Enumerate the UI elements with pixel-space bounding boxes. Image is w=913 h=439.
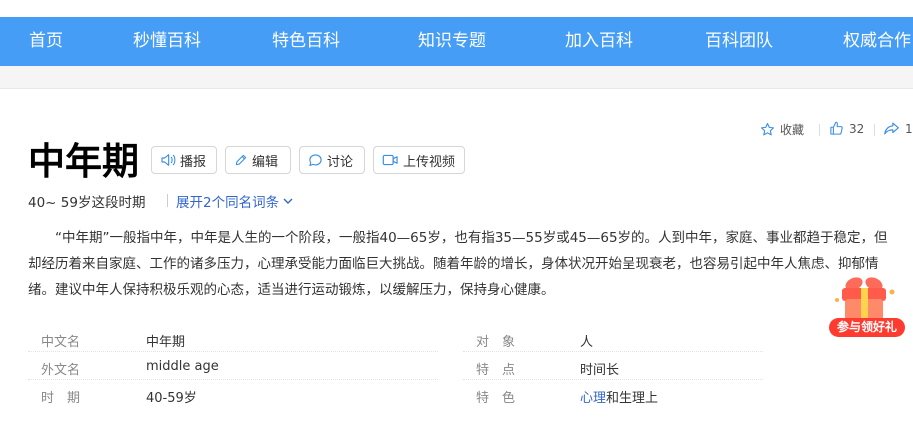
infobox-key: 中文名	[41, 335, 81, 350]
row-divider	[28, 379, 438, 380]
nav-topics[interactable]: 知识专题	[418, 17, 486, 66]
nav-team[interactable]: 百科团队	[705, 17, 773, 66]
infobox-value: 人	[580, 335, 594, 350]
subtitle-separator	[167, 194, 168, 207]
action-separator	[819, 124, 820, 136]
nav-featured[interactable]: 特色百科	[272, 17, 340, 66]
infobox-value: 中年期	[146, 335, 186, 350]
collect-button[interactable]: 收藏	[760, 121, 804, 138]
nav-home[interactable]: 首页	[29, 17, 63, 66]
page-title: 中年期	[28, 140, 139, 183]
infobox-value: 心理和生理上	[580, 387, 658, 406]
top-navbar: 首页 秒懂百科 特色百科 知识专题 加入百科 百科团队 权威合作	[0, 17, 913, 66]
like-button[interactable]: 32	[829, 121, 864, 136]
discuss-button[interactable]: 讨论	[299, 146, 365, 174]
pencil-icon	[235, 154, 247, 166]
discuss-label: 讨论	[327, 154, 354, 170]
infobox-key: 对 象	[476, 335, 516, 350]
nav-partner[interactable]: 权威合作	[843, 17, 911, 66]
collect-label: 收藏	[780, 123, 805, 137]
infobox-key: 特 点	[476, 363, 516, 378]
star-icon	[761, 123, 774, 136]
thumbs-up-icon	[830, 121, 843, 135]
entry-subtitle: 40~ 59岁这段时期	[28, 195, 146, 211]
infobox-row: 时 期 40-59岁 特 色 心理和生理上	[28, 381, 898, 408]
row-divider	[28, 351, 438, 352]
chevron-down-icon	[283, 198, 293, 204]
nav-join[interactable]: 加入百科	[565, 17, 633, 66]
row-divider	[463, 351, 763, 352]
expand-homonyms-label: 展开2个同名词条	[176, 195, 280, 211]
upload-video-button[interactable]: 上传视频	[373, 146, 465, 174]
play-button[interactable]: 播报	[151, 146, 217, 174]
like-count: 32	[849, 121, 865, 136]
share-count: 1	[905, 121, 913, 136]
play-label: 播报	[180, 154, 207, 170]
infobox-value: middle age	[146, 359, 219, 374]
infobox-key: 特 色	[476, 391, 516, 406]
infobox-row: 中文名 中年期 对 象 人	[28, 325, 898, 352]
header-divider	[0, 88, 913, 89]
infobox-value: 时间长	[580, 363, 620, 378]
expand-homonyms-link[interactable]: 展开2个同名词条	[176, 191, 293, 211]
speaker-icon	[161, 154, 176, 166]
share-icon	[884, 122, 899, 135]
action-separator	[874, 124, 875, 136]
infobox-value-text: 和生理上	[606, 391, 659, 406]
video-icon	[382, 154, 398, 166]
top-strip	[0, 0, 913, 17]
row-divider	[463, 379, 763, 380]
share-button[interactable]: 1	[883, 121, 913, 136]
infobox-value: 40-59岁	[146, 391, 197, 406]
infobox-row: 外文名 middle age 特 点 时间长	[28, 353, 898, 380]
summary-paragraph: “中年期”一般指中年，中年是人生的一个阶段，一般指40—65岁，也有指35—55…	[28, 225, 898, 303]
edit-label: 编辑	[252, 154, 279, 170]
chat-bubble-icon	[309, 153, 322, 166]
gray-band	[0, 66, 913, 88]
psychology-link[interactable]: 心理	[580, 391, 606, 406]
infobox-key: 外文名	[41, 363, 81, 378]
edit-button[interactable]: 编辑	[225, 146, 291, 174]
summary-text: “中年期”一般指中年，中年是人生的一个阶段，一般指40—65岁，也有指35—55…	[28, 230, 888, 298]
infobox-key: 时 期	[41, 391, 81, 406]
upload-video-label: 上传视频	[403, 154, 456, 170]
nav-miaodong[interactable]: 秒懂百科	[133, 17, 201, 66]
